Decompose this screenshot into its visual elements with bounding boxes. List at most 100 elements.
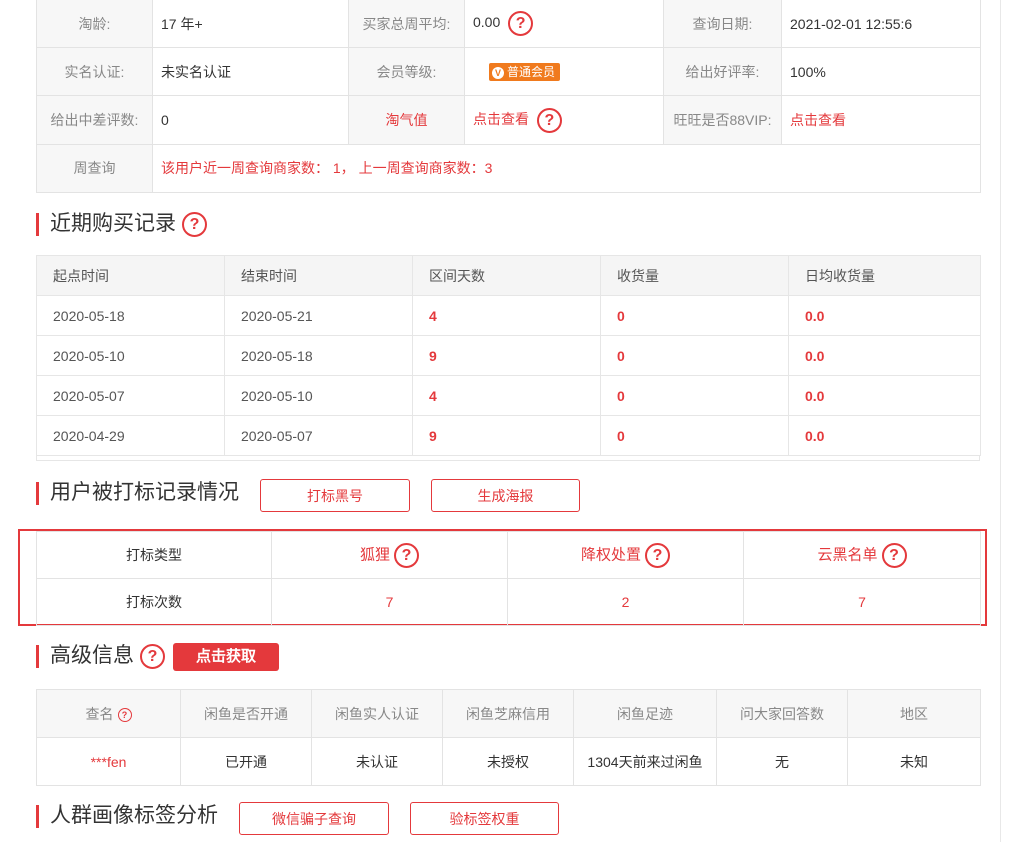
column-header-days: 区间天数 <box>412 255 601 296</box>
table-row: 2020-05-10 2020-05-18 9 0 0.0 <box>36 335 981 376</box>
table-scroll-shadow <box>36 455 980 461</box>
member-level-label: 会员等级: <box>348 47 465 97</box>
column-header-end: 结束时间 <box>224 255 413 296</box>
realname-value: 未实名认证 <box>152 47 349 97</box>
mark-type-text: 狐狸 <box>359 545 390 563</box>
mark-type-text: 云黑名单 <box>817 545 878 563</box>
mark-count-cloud-blacklist: 7 <box>743 578 981 626</box>
answers-cell: 无 <box>716 737 848 786</box>
column-header-xianyu-footprint: 闲鱼足迹 <box>573 689 717 738</box>
table-row: 打标类型 狐狸? 降权处置? 云黑名单? <box>36 531 981 579</box>
query-date-value: 2021-02-01 12:55:6 <box>781 0 981 49</box>
info-row: 给出中差评数: 0 淘气值 点击查看 ? 旺旺是否88VIP: 点击查看 <box>36 95 981 145</box>
account-age-value: 17 年+ <box>152 0 349 49</box>
scrollbar-track[interactable] <box>1000 0 1001 842</box>
section-accent-bar <box>36 482 39 505</box>
question-circle-icon[interactable]: ? <box>182 211 207 237</box>
received-cell: 0 <box>600 415 789 456</box>
table-row: 打标次数 7 2 7 <box>36 578 981 626</box>
column-header-answers: 问大家回答数 <box>716 689 848 738</box>
member-level-text: 普通会员 <box>507 64 556 79</box>
sesame-credit-cell: 未授权 <box>442 737 574 786</box>
start-date-cell: 2020-05-10 <box>36 335 225 376</box>
mark-type-cloud-blacklist: 云黑名单? <box>743 531 981 579</box>
mark-blacklist-button[interactable]: 打标黑号 <box>260 479 410 512</box>
taoqi-view-link[interactable]: 点击查看 <box>473 111 529 127</box>
taoqi-cell: 点击查看 ? <box>464 95 664 145</box>
days-cell: 9 <box>412 415 601 456</box>
received-cell: 0 <box>600 375 789 416</box>
daily-avg-cell: 0.0 <box>788 415 981 456</box>
user-info-grid: 淘龄: 17 年+ 买家总周平均: 0.00 ? 查询日期: 2021-02-0… <box>36 0 981 194</box>
daily-avg-cell: 0.0 <box>788 375 981 416</box>
weekly-query-value: 该用户近一周查询商家数： 1， 上一周查询商家数：3 <box>152 143 981 194</box>
wechat-fraud-query-button[interactable]: 微信骗子查询 <box>239 802 389 835</box>
vip88-label: 旺旺是否88VIP: <box>663 95 782 145</box>
marking-section-title: 用户被打标记录情况 <box>50 481 239 504</box>
crowd-section-title: 人群画像标签分析 <box>50 804 218 827</box>
column-header-received: 收货量 <box>600 255 789 296</box>
get-advanced-info-button[interactable]: 点击获取 <box>173 643 279 671</box>
end-date-cell: 2020-05-21 <box>224 295 413 336</box>
question-circle-icon[interactable]: ? <box>645 542 670 568</box>
xianyu-footprint-cell: 1304天前来过闲鱼 <box>573 737 717 786</box>
nickname-cell: ***fen <box>36 737 181 786</box>
question-circle-icon[interactable]: ? <box>508 11 534 37</box>
daily-avg-cell: 0.0 <box>788 335 981 376</box>
info-row: 淘龄: 17 年+ 买家总周平均: 0.00 ? 查询日期: 2021-02-0… <box>36 0 981 49</box>
table-header-row: 查名? 闲鱼是否开通 闲鱼实人认证 闲鱼芝麻信用 闲鱼足迹 问大家回答数 地区 <box>36 689 981 738</box>
column-header-daily-avg: 日均收货量 <box>788 255 981 296</box>
purchase-records-table: 起点时间 结束时间 区间天数 收货量 日均收货量 2020-05-18 2020… <box>36 255 981 456</box>
advanced-info-table: 查名? 闲鱼是否开通 闲鱼实人认证 闲鱼芝麻信用 闲鱼足迹 问大家回答数 地区 … <box>36 689 981 786</box>
mark-type-demotion: 降权处置? <box>507 531 744 579</box>
weekly-average-cell: 0.00 ? <box>464 0 664 49</box>
daily-avg-cell: 0.0 <box>788 295 981 336</box>
start-date-cell: 2020-05-07 <box>36 375 225 416</box>
mark-type-label: 打标类型 <box>36 531 272 579</box>
xianyu-open-cell: 已开通 <box>180 737 312 786</box>
table-header-row: 起点时间 结束时间 区间天数 收货量 日均收货量 <box>36 255 981 296</box>
mark-count-label: 打标次数 <box>36 578 272 626</box>
v-badge-icon: V <box>492 66 504 79</box>
column-header-nickname: 查名? <box>36 689 181 738</box>
table-row: 2020-04-29 2020-05-07 9 0 0.0 <box>36 415 981 456</box>
weekly-query-label: 周查询 <box>36 143 153 194</box>
region-cell: 未知 <box>847 737 981 786</box>
end-date-cell: 2020-05-18 <box>224 335 413 376</box>
question-circle-icon[interactable]: ? <box>881 542 907 568</box>
section-accent-bar <box>36 213 39 236</box>
purchase-section-title: 近期购买记录? <box>50 210 207 238</box>
purchase-title-text: 近期购买记录 <box>50 212 176 235</box>
advanced-title-text: 高级信息 <box>50 644 134 667</box>
column-header-xianyu-open: 闲鱼是否开通 <box>180 689 312 738</box>
question-circle-icon[interactable]: ? <box>117 707 132 722</box>
column-header-xianyu-verified: 闲鱼实人认证 <box>311 689 443 738</box>
column-header-start: 起点时间 <box>36 255 225 296</box>
end-date-cell: 2020-05-10 <box>224 375 413 416</box>
section-accent-bar <box>36 805 39 828</box>
generate-poster-button[interactable]: 生成海报 <box>431 479 580 512</box>
query-date-label: 查询日期: <box>663 0 782 49</box>
section-accent-bar <box>36 645 39 668</box>
question-circle-icon[interactable]: ? <box>394 542 419 568</box>
start-date-cell: 2020-05-18 <box>36 295 225 336</box>
question-circle-icon[interactable]: ? <box>140 643 165 669</box>
info-row: 实名认证: 未实名认证 会员等级: V 普通会员 给出好评率: 100% <box>36 47 981 97</box>
bad-review-value: 0 <box>152 95 349 145</box>
verify-tag-weight-button[interactable]: 验标签权重 <box>410 802 559 835</box>
question-circle-icon[interactable]: ? <box>536 107 562 133</box>
column-header-sesame-credit: 闲鱼芝麻信用 <box>442 689 574 738</box>
info-row: 周查询 该用户近一周查询商家数： 1， 上一周查询商家数：3 <box>36 143 981 194</box>
mark-type-fox: 狐狸? <box>271 531 508 579</box>
column-header-text: 查名 <box>85 705 114 722</box>
xianyu-verified-cell: 未认证 <box>311 737 443 786</box>
advanced-section-title: 高级信息? <box>50 642 165 670</box>
weekly-average-value: 0.00 <box>473 14 501 31</box>
mark-records-table: 打标类型 狐狸? 降权处置? 云黑名单? 打标次数 7 2 7 <box>36 531 981 626</box>
days-cell: 4 <box>412 375 601 416</box>
account-age-label: 淘龄: <box>36 0 153 49</box>
days-cell: 9 <box>412 335 601 376</box>
table-row: 2020-05-07 2020-05-10 4 0 0.0 <box>36 375 981 416</box>
vip88-view-link[interactable]: 点击查看 <box>781 95 981 145</box>
table-row: ***fen 已开通 未认证 未授权 1304天前来过闲鱼 无 未知 <box>36 737 981 786</box>
